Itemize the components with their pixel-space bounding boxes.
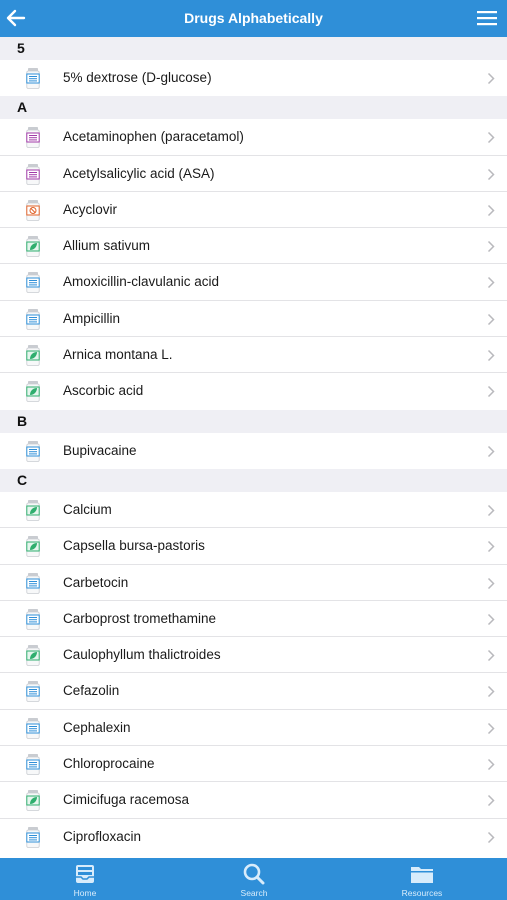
chevron-right-icon <box>487 241 495 253</box>
chevron-right-icon <box>487 577 495 589</box>
rx-bottle-icon <box>26 68 40 89</box>
chevron-right-icon <box>487 445 495 457</box>
drug-list-item[interactable]: Bupivacaine <box>0 433 507 469</box>
section-header: A <box>0 96 507 120</box>
drug-list-item[interactable]: Carbetocin <box>0 565 507 601</box>
chevron-right-icon <box>487 831 495 843</box>
home-tray-icon <box>76 865 94 883</box>
top-navigation-bar: Drugs Alphabetically <box>0 0 507 37</box>
otc-bottle-icon <box>26 127 40 149</box>
drug-name: 5% dextrose (D-glucose) <box>63 70 212 85</box>
herbal-bottle-icon <box>26 381 40 403</box>
drug-list-item[interactable]: Acetaminophen (paracetamol) <box>0 119 507 156</box>
drug-name: Acyclovir <box>63 201 118 217</box>
drug-list-item[interactable]: Ciprofloxacin <box>0 819 507 855</box>
herbal-bottle-icon <box>26 345 40 366</box>
drug-name: Cephalexin <box>63 719 131 735</box>
drug-name: Capsella bursa-pastoris <box>63 538 205 554</box>
rx-bottle-icon <box>26 754 40 775</box>
drug-name: Ciprofloxacin <box>63 828 142 844</box>
chevron-right-icon <box>487 386 495 398</box>
chevron-right-icon <box>487 541 495 553</box>
tab-home[interactable]: Home <box>25 858 145 900</box>
hamburger-menu-icon[interactable] <box>477 9 497 27</box>
drug-name: Amoxicillin-clavulanic acid <box>63 274 220 290</box>
drug-name: Carboprost tromethamine <box>63 610 217 626</box>
drug-name: Caulophyllum thalictroides <box>63 647 221 663</box>
drug-name: Bupivacaine <box>63 442 137 458</box>
drug-list-item[interactable]: Amoxicillin-clavulanic acid <box>0 264 507 301</box>
chevron-right-icon <box>487 132 495 144</box>
drug-list-item[interactable]: Acyclovir <box>0 192 507 229</box>
search-icon <box>243 863 265 885</box>
drug-name: Cimicifuga racemosa <box>63 792 190 808</box>
drug-list-item[interactable]: Caulophyllum thalictroides <box>0 637 507 674</box>
chevron-right-icon <box>487 168 495 180</box>
drug-name: Allium sativum <box>63 238 151 254</box>
herbal-bottle-icon <box>26 536 40 558</box>
tab-search-label: Search <box>240 888 268 898</box>
drug-name: Carbetocin <box>63 574 129 590</box>
rx-bottle-icon <box>26 608 40 630</box>
chevron-right-icon <box>487 313 495 325</box>
drug-list-item[interactable]: Carboprost tromethamine <box>0 601 507 638</box>
drug-list-item[interactable]: Cefazolin <box>0 673 507 710</box>
drug-list-item[interactable]: Capsella bursa-pastoris <box>0 528 507 565</box>
chevron-right-icon <box>487 504 495 516</box>
chevron-right-icon <box>487 277 495 289</box>
drug-name: Cefazolin <box>63 683 120 699</box>
chevron-right-icon <box>487 795 495 807</box>
drug-name: Chloroprocaine <box>63 756 155 772</box>
otc-bottle-icon <box>26 163 40 185</box>
herbal-bottle-icon <box>26 236 40 258</box>
rx-bottle-icon <box>26 308 40 330</box>
chevron-right-icon <box>487 613 495 625</box>
chevron-right-icon <box>487 204 495 216</box>
chevron-right-icon <box>487 72 495 85</box>
drug-name: Calcium <box>63 501 112 517</box>
rx-bottle-icon <box>26 440 40 462</box>
drug-list-item[interactable]: Arnica montana L. <box>0 337 507 374</box>
drug-name: Acetylsalicylic acid (ASA) <box>63 165 215 181</box>
tab-bar: Home Search Resources <box>0 858 507 900</box>
drug-list-item[interactable]: Cimicifuga racemosa <box>0 782 507 819</box>
drug-list-item[interactable]: Allium sativum <box>0 228 507 265</box>
herbal-bottle-icon <box>26 499 40 521</box>
rx-bottle-icon <box>26 826 40 848</box>
drug-list-item[interactable]: Acetylsalicylic acid (ASA) <box>0 156 507 192</box>
chevron-right-icon <box>487 686 495 698</box>
tab-home-label: Home <box>73 888 97 898</box>
page-title: Drugs Alphabetically <box>184 10 323 26</box>
rx-bottle-icon <box>26 272 40 294</box>
section-header: C <box>0 468 507 492</box>
drug-list-item[interactable]: Ampicillin <box>0 301 507 338</box>
drug-list-item[interactable]: 5% dextrose (D-glucose) <box>0 60 507 96</box>
drug-list[interactable]: 5 5% dextrose (D-glucose) A Acetaminophen (… <box>0 37 507 858</box>
rx-bottle-icon <box>26 717 40 739</box>
rx-bottle-icon <box>26 572 40 594</box>
tab-resources-label: Resources <box>401 888 443 898</box>
drug-list-item[interactable]: Ascorbic acid <box>0 373 507 409</box>
section-header: 5 <box>0 37 507 60</box>
drug-name: Ascorbic acid <box>63 383 144 399</box>
caution-bottle-icon <box>26 199 40 221</box>
chevron-right-icon <box>487 350 495 362</box>
chevron-right-icon <box>487 650 495 662</box>
rx-bottle-icon <box>26 681 40 703</box>
drug-name: Arnica montana L. <box>63 347 173 363</box>
drug-list-item[interactable]: Calcium <box>0 492 507 529</box>
folder-icon <box>411 867 433 883</box>
drug-list-item[interactable]: Cephalexin <box>0 710 507 747</box>
chevron-right-icon <box>487 759 495 771</box>
tab-search[interactable]: Search <box>194 858 314 900</box>
drug-name: Ampicillin <box>63 310 121 326</box>
herbal-bottle-icon <box>26 790 40 812</box>
section-header: B <box>0 409 507 433</box>
drug-list-item[interactable]: Chloroprocaine <box>0 746 507 783</box>
tab-resources[interactable]: Resources <box>362 858 482 900</box>
drug-name: Acetaminophen (paracetamol) <box>63 129 244 145</box>
chevron-right-icon <box>487 722 495 734</box>
herbal-bottle-icon <box>26 645 40 667</box>
